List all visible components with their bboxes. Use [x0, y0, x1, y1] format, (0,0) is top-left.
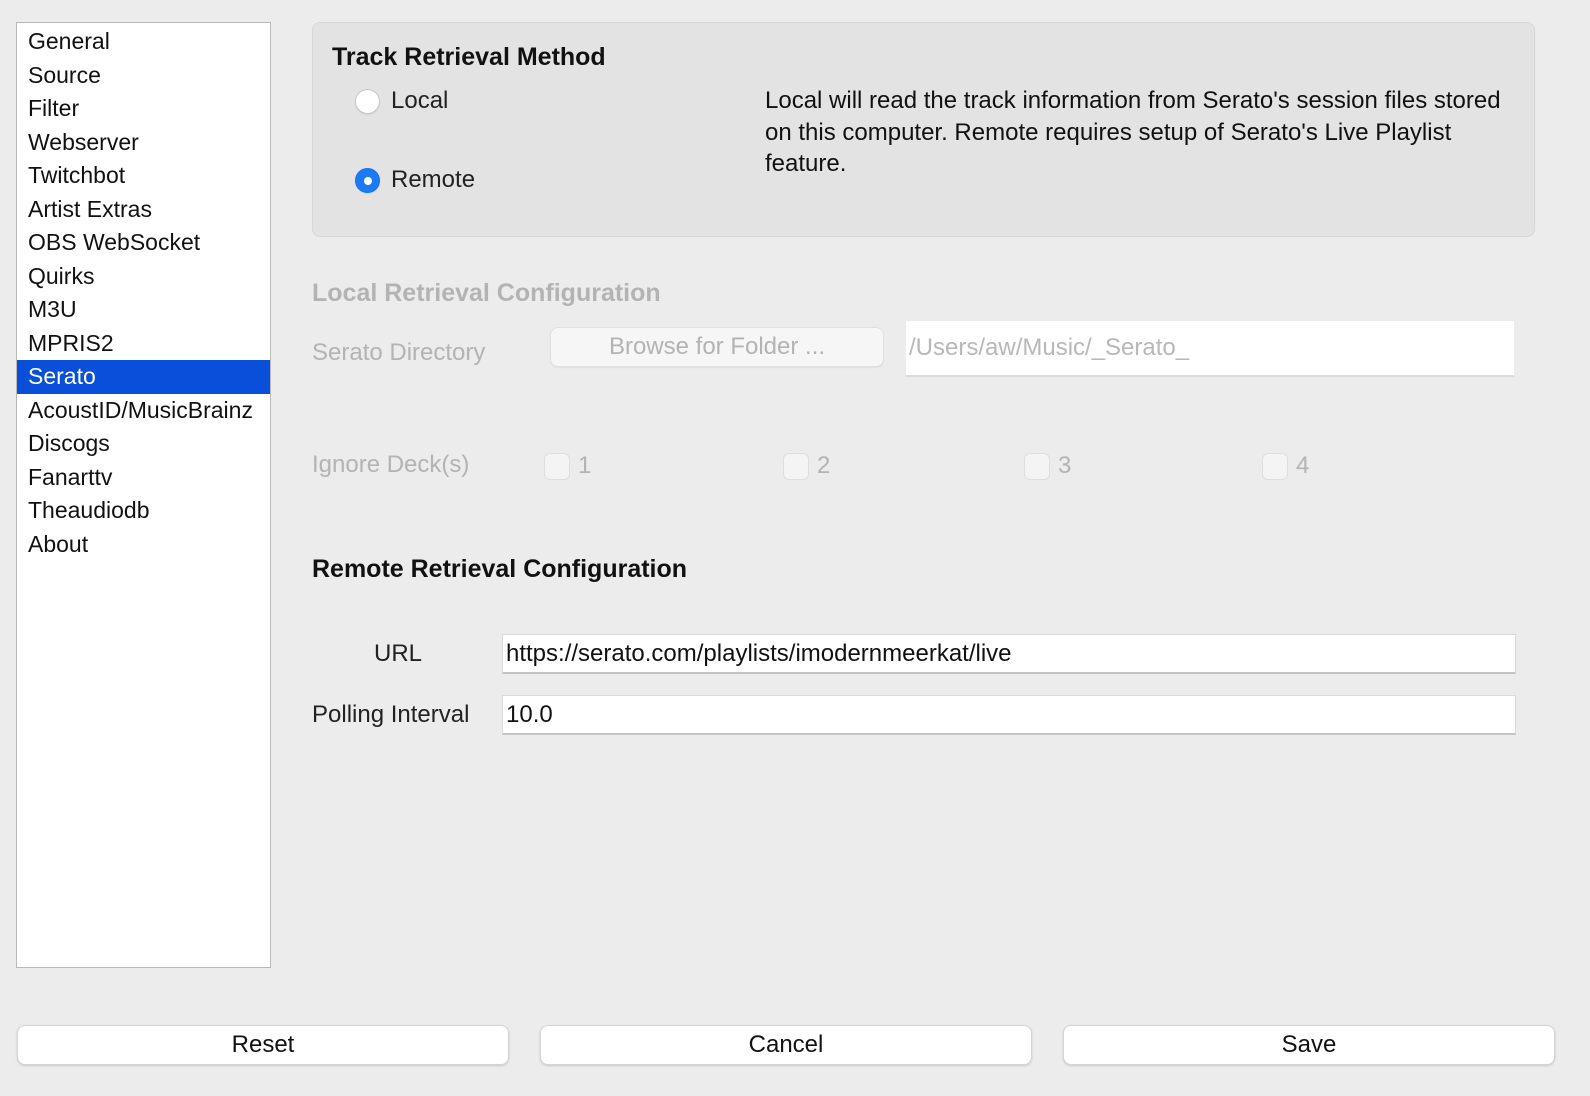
sidebar-item-theaudiodb[interactable]: Theaudiodb [17, 494, 270, 528]
deck-1-label: 1 [578, 452, 592, 479]
deck-3-label: 3 [1058, 452, 1072, 479]
reset-button[interactable]: Reset [17, 1025, 509, 1065]
ignore-deck-2-checkbox[interactable]: 2 [783, 452, 830, 480]
sidebar-item-serato[interactable]: Serato [17, 360, 270, 394]
ignore-deck-1-checkbox[interactable]: 1 [544, 452, 591, 480]
ignore-deck-4-checkbox[interactable]: 4 [1262, 452, 1309, 480]
sidebar-item-fanarttv[interactable]: Fanarttv [17, 461, 270, 495]
radio-remote[interactable]: Remote [355, 166, 475, 194]
radio-button-checked-icon[interactable] [355, 167, 380, 193]
sidebar-item-quirks[interactable]: Quirks [17, 260, 270, 294]
sidebar-item-filter[interactable]: Filter [17, 92, 270, 126]
url-label: URL [374, 640, 423, 667]
serato-directory-label: Serato Directory [312, 339, 486, 366]
radio-local-label: Local [391, 87, 449, 114]
sidebar-item-webserver[interactable]: Webserver [17, 126, 270, 160]
checkbox-icon[interactable] [783, 452, 809, 480]
polling-interval-input[interactable]: 10.0 [502, 695, 1516, 735]
retrieval-method-description: Local will read the track information fr… [765, 87, 1501, 177]
deck-4-label: 4 [1296, 452, 1310, 479]
deck-2-label: 2 [817, 452, 831, 479]
radio-button-unchecked-icon[interactable] [355, 88, 380, 114]
track-retrieval-method-group: Track Retrieval Method Local Remote Loca… [312, 22, 1535, 237]
checkbox-icon[interactable] [1024, 452, 1050, 480]
sidebar-item-m3u[interactable]: M3U [17, 293, 270, 327]
checkbox-icon[interactable] [1262, 452, 1288, 480]
local-retrieval-config-title: Local Retrieval Configuration [312, 279, 661, 307]
sidebar-item-general[interactable]: General [17, 25, 270, 59]
polling-interval-label: Polling Interval [312, 701, 470, 728]
track-retrieval-method-title: Track Retrieval Method [332, 43, 606, 71]
sidebar-item-discogs[interactable]: Discogs [17, 427, 270, 461]
remote-retrieval-config-title: Remote Retrieval Configuration [312, 555, 688, 583]
cancel-button[interactable]: Cancel [540, 1025, 1032, 1065]
sidebar-item-acoustid-musicbrainz[interactable]: AcoustID/MusicBrainz [17, 394, 270, 428]
sidebar-item-twitchbot[interactable]: Twitchbot [17, 159, 270, 193]
ignore-deck-3-checkbox[interactable]: 3 [1024, 452, 1071, 480]
serato-directory-field[interactable]: /Users/aw/Music/_Serato_ [905, 320, 1515, 377]
sidebar-item-source[interactable]: Source [17, 59, 270, 93]
settings-sidebar-list[interactable]: General Source Filter Webserver Twitchbo… [16, 22, 271, 968]
browse-for-folder-button[interactable]: Browse for Folder ... [550, 327, 884, 367]
ignore-decks-label: Ignore Deck(s) [312, 451, 470, 478]
sidebar-item-about[interactable]: About [17, 528, 270, 562]
sidebar-item-obs-websocket[interactable]: OBS WebSocket [17, 226, 270, 260]
save-button[interactable]: Save [1063, 1025, 1555, 1065]
sidebar-item-mpris2[interactable]: MPRIS2 [17, 327, 270, 361]
radio-remote-label: Remote [391, 166, 476, 193]
checkbox-icon[interactable] [544, 452, 570, 480]
radio-local[interactable]: Local [355, 87, 448, 115]
url-input[interactable]: https://serato.com/playlists/imodernmeer… [502, 634, 1516, 674]
sidebar-item-artist-extras[interactable]: Artist Extras [17, 193, 270, 227]
